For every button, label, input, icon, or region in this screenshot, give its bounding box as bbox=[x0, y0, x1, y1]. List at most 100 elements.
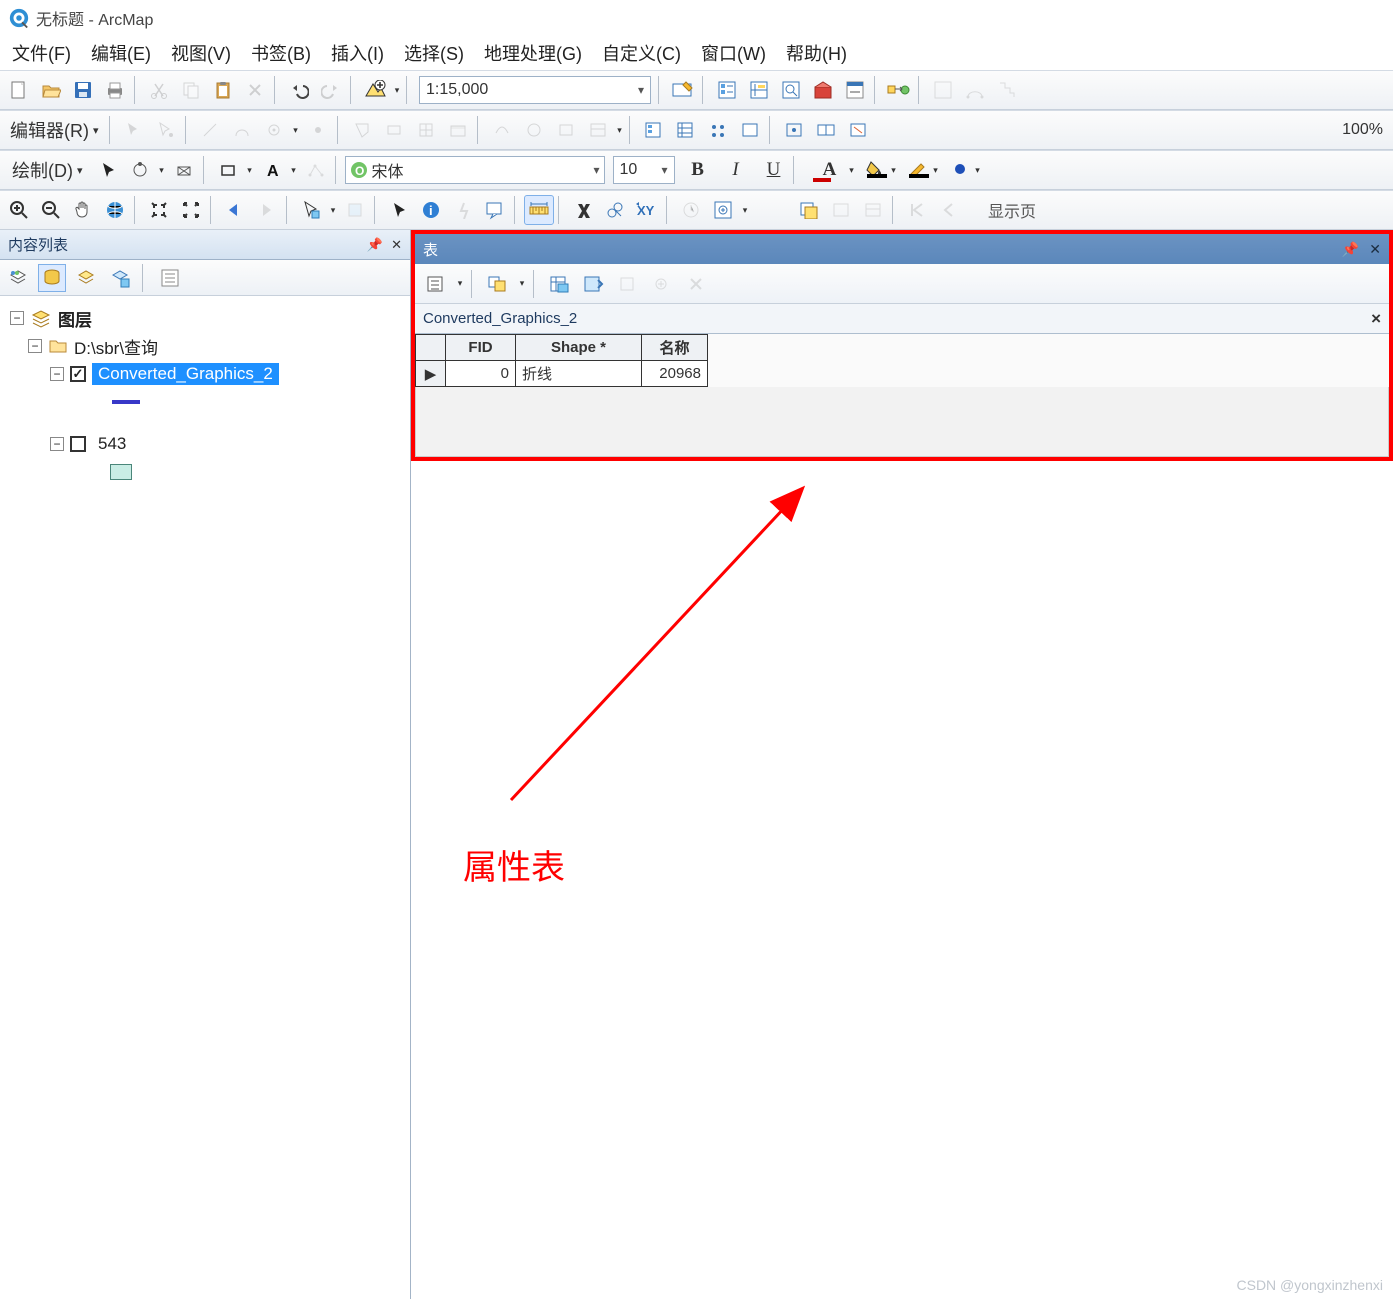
save-button[interactable] bbox=[68, 75, 98, 105]
list-by-selection-button[interactable] bbox=[106, 264, 134, 292]
pin-icon[interactable]: 📌 bbox=[1342, 241, 1359, 258]
close-icon[interactable]: ✕ bbox=[1369, 241, 1381, 258]
menu-file[interactable]: 文件(F) bbox=[12, 40, 71, 66]
identify-button[interactable]: i bbox=[416, 195, 446, 225]
layer-1-label[interactable]: Converted_Graphics_2 bbox=[92, 363, 279, 385]
text-draw-button[interactable]: A bbox=[257, 155, 287, 185]
viewer-dropdown[interactable]: ▾ bbox=[740, 205, 750, 216]
add-data-button[interactable] bbox=[360, 75, 390, 105]
shape-dropdown[interactable]: ▾ bbox=[245, 165, 255, 176]
list-by-drawing-order-button[interactable] bbox=[4, 264, 32, 292]
full-extent-button[interactable] bbox=[100, 195, 130, 225]
find-button[interactable] bbox=[568, 195, 598, 225]
close-icon[interactable]: ✕ bbox=[391, 237, 402, 253]
table-header[interactable]: 表 📌 ✕ bbox=[415, 234, 1389, 264]
tree-layer-2-symbol[interactable] bbox=[10, 458, 400, 486]
font-size-select[interactable]: 10▾ bbox=[613, 156, 675, 184]
cell-shape[interactable]: 折线 bbox=[516, 361, 642, 387]
zoom-out-button[interactable] bbox=[36, 195, 66, 225]
search-window-button[interactable] bbox=[776, 75, 806, 105]
pan-button[interactable] bbox=[68, 195, 98, 225]
zoom-ratio-button[interactable] bbox=[169, 155, 199, 185]
zoom-level[interactable]: 100% bbox=[1336, 121, 1389, 139]
close-tab-icon[interactable]: × bbox=[1371, 309, 1381, 329]
python-window-button[interactable] bbox=[840, 75, 870, 105]
menu-bookmark[interactable]: 书签(B) bbox=[251, 40, 311, 66]
bold-button[interactable]: B bbox=[683, 156, 713, 184]
select-dropdown[interactable]: ▾ bbox=[328, 205, 338, 216]
fixed-zoom-out-button[interactable] bbox=[176, 195, 206, 225]
collapse-icon[interactable]: − bbox=[10, 311, 24, 325]
zoom-in-button[interactable] bbox=[4, 195, 34, 225]
cell-name[interactable]: 20968 bbox=[642, 361, 708, 387]
open-button[interactable] bbox=[36, 75, 66, 105]
list-by-source-button[interactable] bbox=[38, 264, 66, 292]
collapse-icon[interactable]: − bbox=[50, 437, 64, 451]
prev-extent-button[interactable] bbox=[220, 195, 250, 225]
table-grid[interactable]: FID Shape * 名称 ▶ 0 折线 20968 bbox=[415, 334, 1389, 457]
tree-group[interactable]: − D:\sbr\查询 bbox=[10, 332, 400, 360]
arctoolbox-button[interactable] bbox=[808, 75, 838, 105]
select-features-button[interactable] bbox=[296, 195, 326, 225]
new-doc-button[interactable] bbox=[4, 75, 34, 105]
layer-checkbox[interactable]: ✓ bbox=[70, 366, 86, 382]
menu-select[interactable]: 选择(S) bbox=[404, 40, 464, 66]
attributes-window-button[interactable] bbox=[671, 115, 701, 145]
fixed-zoom-in-button[interactable] bbox=[144, 195, 174, 225]
related-dropdown[interactable]: ▾ bbox=[517, 278, 527, 289]
font-select[interactable]: O 宋体 ▾ bbox=[345, 156, 605, 184]
underline-button[interactable]: U bbox=[759, 156, 789, 184]
collapse-icon[interactable]: − bbox=[50, 367, 64, 381]
toc-button[interactable] bbox=[712, 75, 742, 105]
italic-button[interactable]: I bbox=[721, 156, 751, 184]
table-tab-label[interactable]: Converted_Graphics_2 bbox=[423, 310, 577, 327]
pin-icon[interactable]: 📌 bbox=[367, 237, 383, 253]
select-elements-button2[interactable] bbox=[384, 195, 414, 225]
column-name[interactable]: 名称 bbox=[642, 335, 708, 361]
editor-tool7-button[interactable] bbox=[843, 115, 873, 145]
menu-help[interactable]: 帮助(H) bbox=[786, 40, 847, 66]
modelbuilder-button[interactable] bbox=[884, 75, 914, 105]
tree-layer-2[interactable]: − 543 bbox=[10, 430, 400, 458]
font-color-button[interactable]: A▾ bbox=[809, 156, 857, 184]
create-viewer-button[interactable] bbox=[708, 195, 738, 225]
marker-color-button[interactable]: ▾ bbox=[949, 160, 983, 180]
create-features-button[interactable] bbox=[639, 115, 669, 145]
map-pane[interactable]: 表 📌 ✕ ▾ ▾ Converted_Graphics_2 × bbox=[411, 230, 1393, 1299]
menu-customize[interactable]: 自定义(C) bbox=[602, 40, 681, 66]
rotate-dropdown[interactable]: ▾ bbox=[157, 165, 167, 176]
layer-checkbox[interactable] bbox=[70, 436, 86, 452]
rotate-element-button[interactable] bbox=[125, 155, 155, 185]
editor-toolbar-button[interactable] bbox=[668, 75, 698, 105]
related-tables-button[interactable] bbox=[483, 269, 513, 299]
options-button[interactable] bbox=[156, 264, 184, 292]
editor-tool5-button[interactable] bbox=[779, 115, 809, 145]
tree-root[interactable]: − 图层 bbox=[10, 304, 400, 332]
print-button[interactable] bbox=[100, 75, 130, 105]
catalog-button[interactable] bbox=[744, 75, 774, 105]
list-by-visibility-button[interactable] bbox=[72, 264, 100, 292]
draw-menu[interactable]: 绘制(D)▾ bbox=[4, 157, 91, 183]
editor-menu[interactable]: 编辑器(R)▾ bbox=[4, 117, 105, 143]
column-shape[interactable]: Shape * bbox=[516, 335, 642, 361]
snapping-button[interactable] bbox=[703, 115, 733, 145]
editing-options-button[interactable] bbox=[735, 115, 765, 145]
collapse-icon[interactable]: − bbox=[28, 339, 42, 353]
paste-button[interactable] bbox=[208, 75, 238, 105]
menu-edit[interactable]: 编辑(E) bbox=[91, 40, 151, 66]
find-route-button[interactable] bbox=[600, 195, 630, 225]
cell-fid[interactable]: 0 bbox=[446, 361, 516, 387]
line-color-button[interactable]: ▾ bbox=[907, 160, 941, 180]
select-by-attributes-button[interactable] bbox=[545, 269, 575, 299]
undo-button[interactable] bbox=[284, 75, 314, 105]
menu-view[interactable]: 视图(V) bbox=[171, 40, 231, 66]
tree-layer-1-symbol[interactable] bbox=[10, 388, 400, 416]
menu-geoproc[interactable]: 地理处理(G) bbox=[484, 40, 582, 66]
rectangle-draw-button[interactable] bbox=[213, 155, 243, 185]
switch-selection-button[interactable] bbox=[579, 269, 609, 299]
table-options-button[interactable] bbox=[421, 269, 451, 299]
text-dropdown[interactable]: ▾ bbox=[289, 165, 299, 176]
column-fid[interactable]: FID bbox=[446, 335, 516, 361]
html-popup-button[interactable] bbox=[480, 195, 510, 225]
fill-color-button[interactable]: ▾ bbox=[865, 160, 899, 180]
